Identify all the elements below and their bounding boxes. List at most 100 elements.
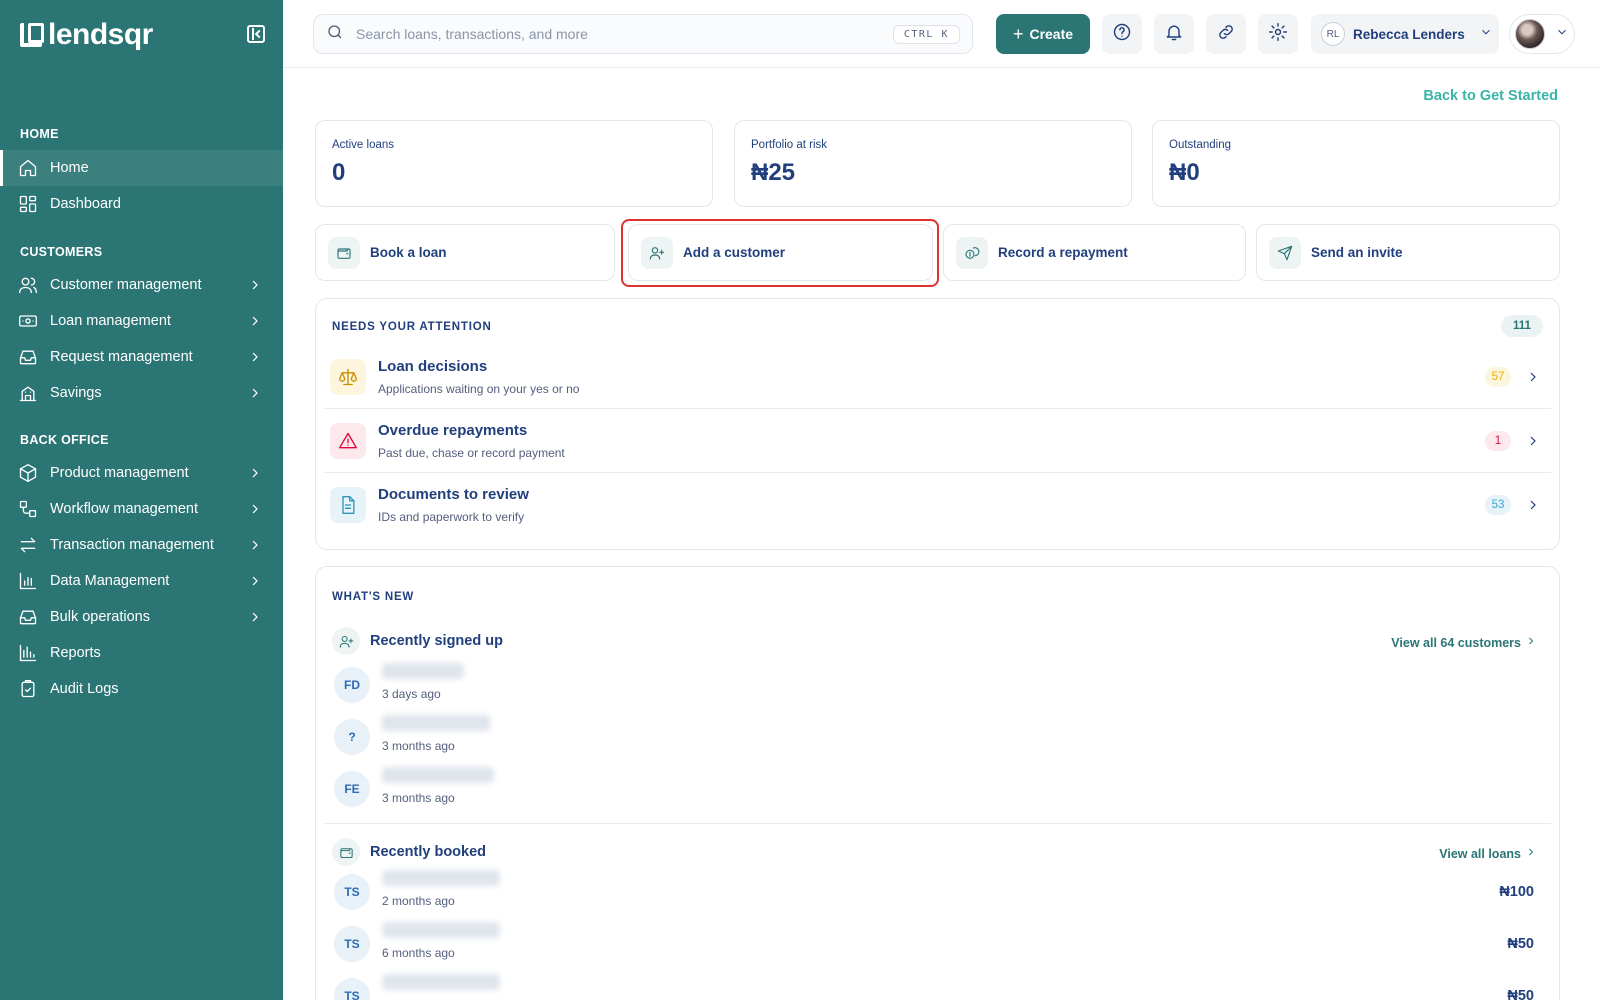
notifications-button[interactable] bbox=[1154, 14, 1194, 54]
wallet-icon bbox=[328, 236, 360, 269]
chevron-right-icon bbox=[247, 573, 263, 589]
plus-icon: + bbox=[1012, 24, 1024, 44]
link-icon bbox=[1216, 22, 1236, 47]
chevron-right-icon bbox=[247, 349, 263, 365]
view-link-label: View all loans bbox=[1439, 846, 1521, 861]
recently-booked-header: Recently booked bbox=[332, 838, 486, 866]
list-item[interactable]: ? 3 months ago bbox=[334, 715, 1534, 761]
profile-menu-button[interactable] bbox=[1509, 14, 1575, 54]
collapse-sidebar-icon[interactable] bbox=[247, 25, 265, 43]
stat-card-active-loans: Active loans 0 bbox=[315, 120, 713, 207]
search-bar[interactable]: CTRL K bbox=[313, 14, 973, 54]
avatar: TS bbox=[334, 978, 370, 1000]
sidebar-item-request-management[interactable]: Request management bbox=[0, 339, 283, 375]
list-item-time: 3 days ago bbox=[382, 687, 441, 701]
scale-icon bbox=[330, 359, 366, 395]
view-link-label: View all 64 customers bbox=[1391, 635, 1521, 650]
create-button-label: Create bbox=[1029, 26, 1074, 42]
organization-switcher[interactable]: RL Rebecca Lenders bbox=[1311, 14, 1499, 54]
sidebar-item-dashboard[interactable]: Dashboard bbox=[0, 186, 283, 222]
chart-icon bbox=[18, 571, 38, 591]
sidebar-item-reports[interactable]: Reports bbox=[0, 635, 283, 671]
search-input[interactable] bbox=[356, 26, 893, 42]
lendsqr-logo-mark-icon bbox=[20, 23, 44, 47]
chevron-right-icon bbox=[1525, 497, 1541, 518]
lendsqr-logo[interactable]: lendsqr bbox=[20, 18, 153, 52]
brand-name: lendsqr bbox=[48, 18, 153, 51]
sidebar-item-label: Customer management bbox=[50, 277, 202, 293]
blurred-customer-name bbox=[382, 767, 494, 783]
topbar: CTRL K + Create RL Rebecca Lenders bbox=[283, 0, 1600, 68]
sidebar-item-audit-logs[interactable]: Audit Logs bbox=[0, 671, 283, 707]
attention-item-count: 57 bbox=[1485, 367, 1511, 387]
add-a-customer-button[interactable]: Add a customer bbox=[628, 224, 933, 281]
sidebar-item-label: Transaction management bbox=[50, 537, 214, 553]
attention-item-title: Documents to review bbox=[378, 486, 529, 503]
list-item[interactable]: TS 6 months ago ₦50 bbox=[334, 922, 1534, 968]
attention-item-overdue-repayments[interactable]: Overdue repayments Past due, chase or re… bbox=[324, 409, 1551, 473]
stat-value: ₦25 bbox=[751, 159, 796, 186]
send-an-invite-button[interactable]: Send an invite bbox=[1256, 224, 1560, 281]
record-a-repayment-button[interactable]: Record a repayment bbox=[943, 224, 1246, 281]
savings-icon bbox=[18, 383, 38, 403]
loan-amount: ₦50 bbox=[1507, 988, 1534, 1000]
sidebar-item-workflow-management[interactable]: Workflow management bbox=[0, 491, 283, 527]
sidebar-item-customer-management[interactable]: Customer management bbox=[0, 267, 283, 303]
user-plus-icon bbox=[641, 236, 673, 269]
stat-label: Active loans bbox=[332, 139, 395, 151]
avatar: TS bbox=[334, 874, 370, 910]
main-content: Back to Get Started Active loans 0 Portf… bbox=[283, 68, 1600, 1000]
action-label: Send an invite bbox=[1311, 245, 1403, 260]
reports-icon bbox=[18, 643, 38, 663]
sidebar-item-transaction-management[interactable]: Transaction management bbox=[0, 527, 283, 563]
settings-button[interactable] bbox=[1258, 14, 1298, 54]
chevron-right-icon bbox=[247, 609, 263, 625]
chevron-right-icon bbox=[1525, 369, 1541, 390]
sidebar-item-data-management[interactable]: Data Management bbox=[0, 563, 283, 599]
sidebar-item-label: Loan management bbox=[50, 313, 171, 329]
link-button[interactable] bbox=[1206, 14, 1246, 54]
document-icon bbox=[330, 487, 366, 523]
list-item[interactable]: TS ₦50 bbox=[334, 974, 1534, 1000]
warning-icon bbox=[330, 423, 366, 459]
whats-new-panel: WHAT'S NEW Recently signed up View all 6… bbox=[315, 566, 1560, 1000]
sidebar-item-savings[interactable]: Savings bbox=[0, 375, 283, 411]
recently-signed-up-header: Recently signed up bbox=[332, 627, 503, 655]
action-label: Add a customer bbox=[683, 245, 786, 260]
search-shortcut-badge: CTRL K bbox=[892, 24, 960, 44]
attention-item-count: 53 bbox=[1485, 495, 1511, 515]
view-all-customers-link[interactable]: View all 64 customers bbox=[1391, 635, 1537, 650]
section-title-back-office: BACK OFFICE bbox=[20, 433, 109, 447]
list-item[interactable]: FE 3 months ago bbox=[334, 767, 1534, 813]
book-a-loan-button[interactable]: Book a loan bbox=[315, 224, 615, 281]
sidebar-item-label: Audit Logs bbox=[50, 681, 119, 697]
sidebar-item-bulk-operations[interactable]: Bulk operations bbox=[0, 599, 283, 635]
stat-card-portfolio-at-risk: Portfolio at risk ₦25 bbox=[734, 120, 1132, 207]
attention-item-count: 1 bbox=[1485, 431, 1511, 451]
chevron-right-icon bbox=[247, 501, 263, 517]
blurred-customer-name bbox=[382, 870, 500, 886]
sidebar-item-home[interactable]: Home bbox=[0, 150, 283, 186]
chevron-right-icon bbox=[247, 277, 263, 293]
chevron-right-icon bbox=[1525, 433, 1541, 454]
sidebar-item-label: Savings bbox=[50, 385, 102, 401]
attention-item-documents-to-review[interactable]: Documents to review IDs and paperwork to… bbox=[324, 473, 1551, 537]
list-item[interactable]: FD 3 days ago bbox=[334, 663, 1534, 709]
attention-item-subtitle: Past due, chase or record payment bbox=[378, 446, 565, 460]
back-to-get-started-link[interactable]: Back to Get Started bbox=[1423, 88, 1558, 104]
sidebar-item-loan-management[interactable]: Loan management bbox=[0, 303, 283, 339]
help-button[interactable] bbox=[1102, 14, 1142, 54]
sidebar-item-label: Product management bbox=[50, 465, 189, 481]
list-item[interactable]: TS 2 months ago ₦100 bbox=[334, 870, 1534, 916]
divider bbox=[324, 823, 1551, 824]
user-plus-icon bbox=[332, 627, 360, 655]
sidebar-item-label: Bulk operations bbox=[50, 609, 150, 625]
list-item-time: 3 months ago bbox=[382, 791, 455, 805]
view-all-loans-link[interactable]: View all loans bbox=[1439, 846, 1537, 861]
section-title: Recently signed up bbox=[370, 633, 503, 649]
create-button[interactable]: + Create bbox=[996, 14, 1090, 54]
dashboard-icon bbox=[18, 194, 38, 214]
sidebar-item-product-management[interactable]: Product management bbox=[0, 455, 283, 491]
sidebar-item-label: Request management bbox=[50, 349, 193, 365]
attention-item-loan-decisions[interactable]: Loan decisions Applications waiting on y… bbox=[324, 345, 1551, 409]
